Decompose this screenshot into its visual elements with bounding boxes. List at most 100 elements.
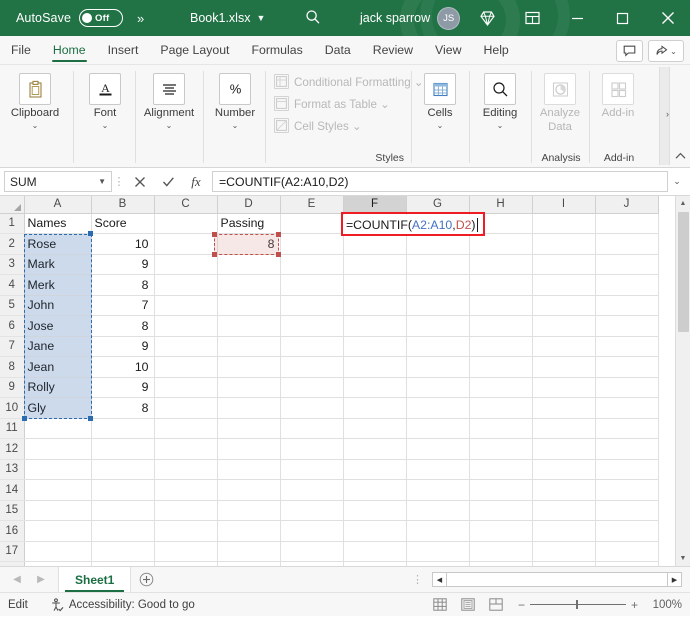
cell-I10[interactable] [532, 397, 596, 419]
cell-A16[interactable] [24, 520, 92, 542]
cell-G11[interactable] [406, 418, 470, 439]
cell-A11[interactable] [24, 418, 92, 439]
cell-J5[interactable] [595, 295, 659, 316]
cell-A17[interactable] [24, 541, 92, 562]
horizontal-scrollbar[interactable]: ◀ ▶ [432, 572, 682, 587]
cell-I16[interactable] [532, 520, 596, 542]
cell-G17[interactable] [406, 541, 470, 562]
cell-B1[interactable]: Score [91, 213, 155, 234]
alignment-button[interactable]: Alignment ⌄ [136, 71, 202, 130]
add-ins-button[interactable]: Add-in [590, 71, 646, 119]
cell-C2[interactable] [154, 233, 218, 255]
selection-handle[interactable] [276, 232, 281, 237]
formula-bar-grip[interactable]: ⋮ [112, 175, 126, 188]
cell-G10[interactable] [406, 397, 470, 419]
cell-J2[interactable] [595, 233, 659, 255]
editing-caret-icon[interactable]: ⌄ [497, 122, 504, 130]
row-header-8[interactable]: 8 [0, 356, 25, 378]
font-caret-icon[interactable]: ⌄ [102, 122, 109, 130]
hscroll-right-button[interactable]: ▶ [667, 572, 682, 587]
cell-D5[interactable] [217, 295, 281, 316]
tab-home[interactable]: Home [42, 37, 97, 64]
clipboard-caret-icon[interactable]: ⌄ [32, 122, 39, 130]
hscroll-left-button[interactable]: ◀ [432, 572, 447, 587]
minimize-button[interactable] [555, 0, 600, 36]
cell-D14[interactable] [217, 479, 281, 501]
cell-E2[interactable] [280, 233, 344, 255]
page-layout-view-button[interactable] [456, 595, 480, 615]
font-button[interactable]: A Font ⌄ [74, 71, 136, 130]
cell-styles-button[interactable]: Cell Styles ⌄ [274, 115, 362, 136]
close-button[interactable] [645, 0, 690, 36]
cell-B8[interactable]: 10 [91, 356, 155, 378]
cell-I6[interactable] [532, 315, 596, 337]
cell-G16[interactable] [406, 520, 470, 542]
row-header-7[interactable]: 7 [0, 336, 25, 357]
ribbon-overflow-arrow-icon[interactable]: › [666, 109, 669, 119]
cell-F9[interactable] [343, 377, 407, 398]
scroll-up-button[interactable]: ▲ [675, 196, 690, 211]
cell-C1[interactable] [154, 213, 218, 234]
cell-E4[interactable] [280, 274, 344, 296]
column-header-H[interactable]: H [469, 196, 533, 214]
cell-C6[interactable] [154, 315, 218, 337]
cell-H4[interactable] [469, 274, 533, 296]
tab-view[interactable]: View [424, 37, 472, 64]
cell-I9[interactable] [532, 377, 596, 398]
cell-H6[interactable] [469, 315, 533, 337]
cell-I13[interactable] [532, 459, 596, 480]
column-header-A[interactable]: A [24, 196, 92, 214]
cell-I3[interactable] [532, 254, 596, 275]
cell-E7[interactable] [280, 336, 344, 357]
cell-B12[interactable] [91, 438, 155, 460]
cell-G13[interactable] [406, 459, 470, 480]
collapse-ribbon-button[interactable] [675, 151, 686, 163]
row-header-1[interactable]: 1 [0, 213, 25, 234]
cell-D13[interactable] [217, 459, 281, 480]
cell-I17[interactable] [532, 541, 596, 562]
row-header-3[interactable]: 3 [0, 254, 25, 275]
cell-G8[interactable] [406, 356, 470, 378]
cell-D15[interactable] [217, 500, 281, 521]
maximize-button[interactable] [600, 0, 645, 36]
cell-H14[interactable] [469, 479, 533, 501]
cell-C17[interactable] [154, 541, 218, 562]
select-all-corner[interactable] [0, 196, 25, 214]
share-button[interactable]: ⌄ [648, 40, 684, 62]
cell-F2[interactable] [343, 233, 407, 255]
column-header-D[interactable]: D [217, 196, 281, 214]
cell-B17[interactable] [91, 541, 155, 562]
cell-H8[interactable] [469, 356, 533, 378]
tab-formulas[interactable]: Formulas [240, 37, 313, 64]
cell-I2[interactable] [532, 233, 596, 255]
number-caret-icon[interactable]: ⌄ [232, 122, 239, 130]
avatar[interactable]: JS [437, 6, 461, 30]
cell-C11[interactable] [154, 418, 218, 439]
cell-H9[interactable] [469, 377, 533, 398]
cell-F16[interactable] [343, 520, 407, 542]
selection-handle[interactable] [88, 416, 93, 421]
cell-B15[interactable] [91, 500, 155, 521]
row-header-15[interactable]: 15 [0, 500, 25, 521]
cell-D7[interactable] [217, 336, 281, 357]
cell-B11[interactable] [91, 418, 155, 439]
tab-data[interactable]: Data [314, 37, 362, 64]
cell-H12[interactable] [469, 438, 533, 460]
tab-insert[interactable]: Insert [97, 37, 150, 64]
cell-I1[interactable] [532, 213, 596, 234]
tab-review[interactable]: Review [362, 37, 424, 64]
cell-J14[interactable] [595, 479, 659, 501]
cell-D16[interactable] [217, 520, 281, 542]
cell-B6[interactable]: 8 [91, 315, 155, 337]
cell-E14[interactable] [280, 479, 344, 501]
cells-button[interactable]: Cells ⌄ [412, 71, 468, 130]
cell-F7[interactable] [343, 336, 407, 357]
cell-A6[interactable]: Jose [24, 315, 92, 337]
row-header-2[interactable]: 2 [0, 233, 25, 255]
cell-H13[interactable] [469, 459, 533, 480]
cell-J9[interactable] [595, 377, 659, 398]
cell-G4[interactable] [406, 274, 470, 296]
cell-G7[interactable] [406, 336, 470, 357]
page-break-view-button[interactable] [484, 595, 508, 615]
cell-F6[interactable] [343, 315, 407, 337]
